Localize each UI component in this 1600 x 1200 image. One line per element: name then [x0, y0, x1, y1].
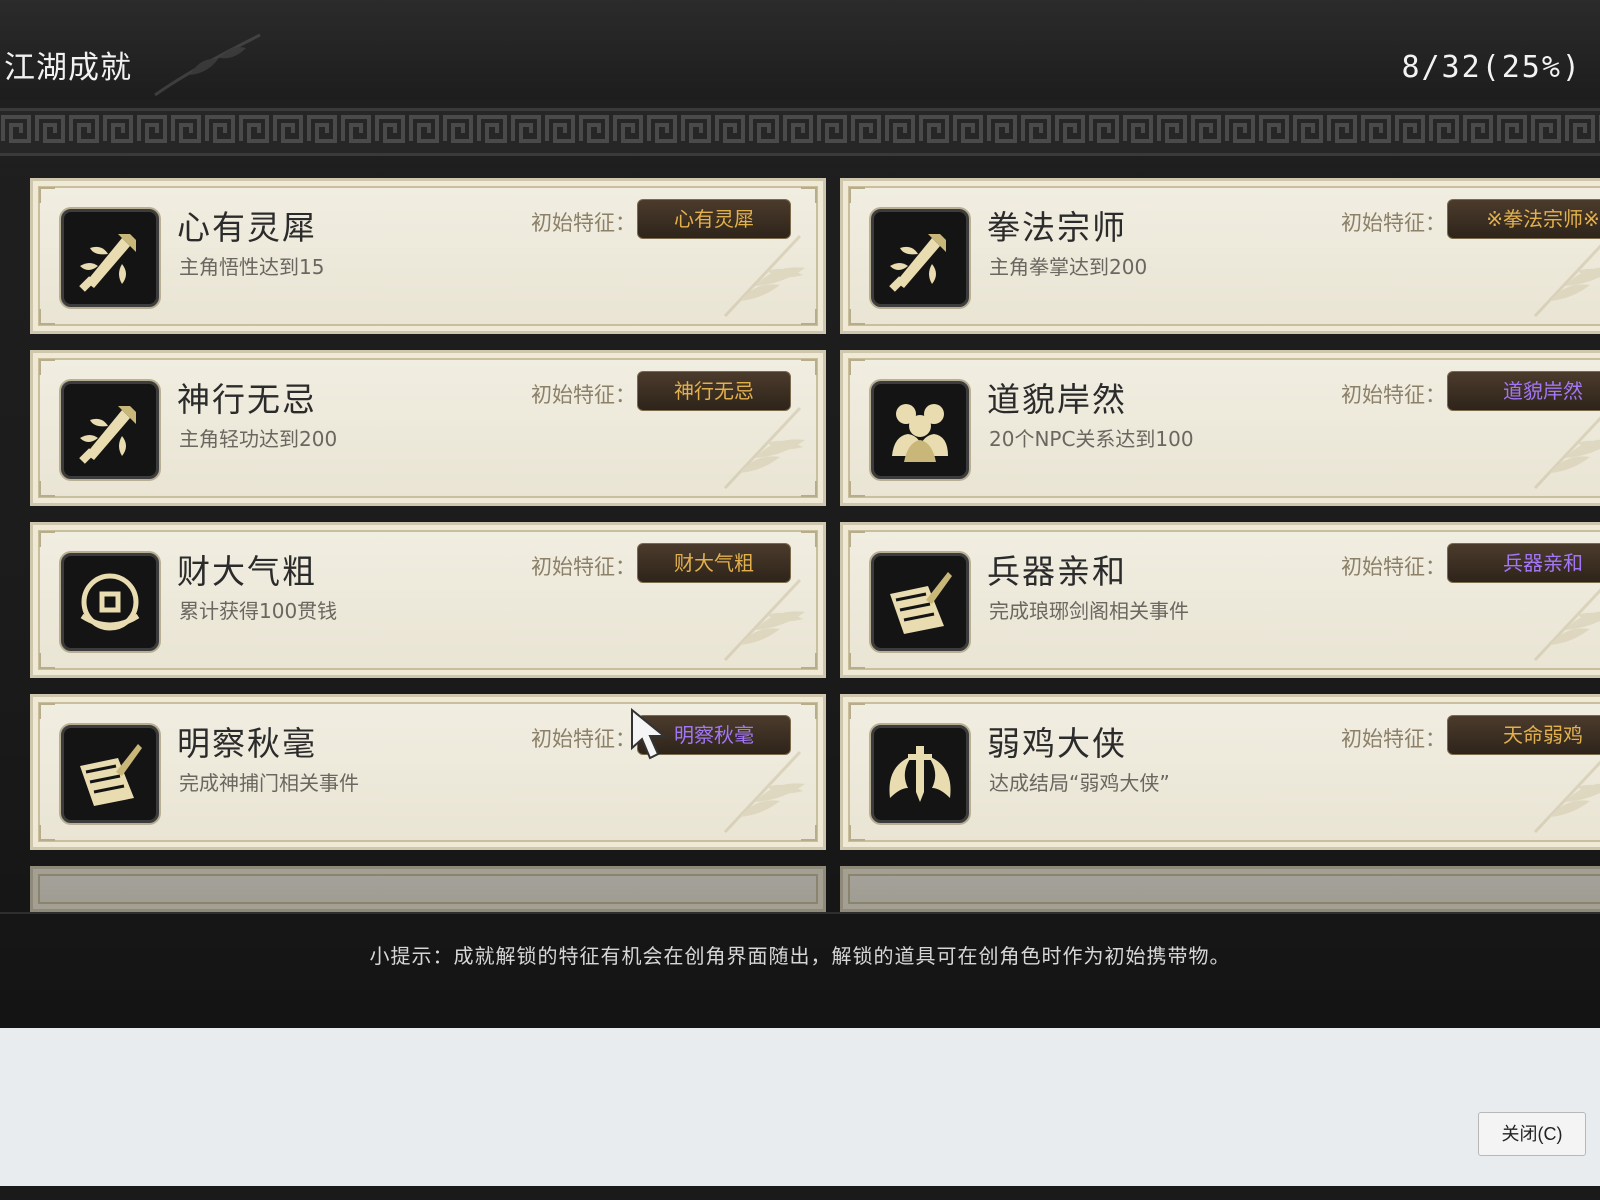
trait-badge[interactable]: 天命弱鸡	[1447, 715, 1600, 755]
taskbar	[0, 1186, 1600, 1200]
achievement-name: 弱鸡大侠	[987, 724, 1127, 763]
mouse-cursor-icon	[631, 708, 667, 760]
bamboo-decoration	[723, 234, 805, 318]
achievement-icon-frame	[61, 725, 159, 823]
trait-label: 初始特征：	[1341, 555, 1446, 579]
achievement-name: 拳法宗师	[987, 208, 1127, 247]
achievement-description: 完成琅琊剑阁相关事件	[989, 599, 1189, 623]
achievement-icon-frame	[61, 381, 159, 479]
trait-badge[interactable]: 道貌岸然	[1447, 371, 1600, 411]
achievement-description: 20个NPC关系达到100	[989, 427, 1194, 451]
meander-border	[0, 108, 1600, 156]
achievement-description: 主角拳掌达到200	[989, 255, 1148, 279]
trait-label: 初始特征：	[1341, 211, 1446, 235]
achievement-progress: 8/32(25%)	[1401, 50, 1582, 85]
title-bar: 江湖成就 8/32(25%)	[0, 0, 1600, 100]
achievement-card[interactable]: 明察秋毫 完成神捕门相关事件 初始特征： 明察秋毫	[30, 694, 826, 850]
achievement-card[interactable]: 兵器亲和 完成琅琊剑阁相关事件 初始特征： 兵器亲和	[840, 522, 1600, 678]
achievement-description: 主角轻功达到200	[179, 427, 338, 451]
bamboo-decoration	[723, 406, 805, 490]
bamboo-decoration	[1533, 244, 1600, 318]
trait-badge[interactable]: 神行无忌	[637, 371, 791, 411]
trait-label: 初始特征：	[1341, 727, 1446, 751]
scroll-sword-icon	[890, 572, 952, 634]
achievement-card-partial[interactable]	[840, 866, 1600, 912]
achievement-card[interactable]: 弱鸡大侠达成结局“弱鸡大侠” 初始特征： 天命弱鸡	[840, 694, 1600, 850]
achievement-card[interactable]: 道貌岸然 20个NPC关系达到100 初始特征： 道貌岸然	[840, 350, 1600, 506]
achievement-icon-frame	[871, 381, 969, 479]
achievement-card[interactable]: 拳法宗师主角拳掌达到200 初始特征： ※拳法宗师※	[840, 178, 1600, 334]
achievement-description: 完成神捕门相关事件	[179, 771, 359, 795]
achievement-card[interactable]: 财大气粗 累计获得100贯钱 初始特征： 财大气粗	[30, 522, 826, 678]
achievement-icon-frame	[871, 553, 969, 651]
achievement-name: 神行无忌	[177, 380, 317, 419]
window-title: 江湖成就	[4, 50, 132, 86]
achievement-description: 达成结局“弱鸡大侠”	[989, 771, 1170, 795]
ink-branch-decoration	[154, 33, 261, 97]
achievement-icon-frame	[871, 725, 969, 823]
trait-label: 初始特征：	[531, 555, 636, 579]
trait-label: 初始特征：	[531, 211, 636, 235]
trait-label: 初始特征：	[531, 383, 636, 407]
achievement-name: 心有灵犀	[177, 208, 317, 247]
sword-flame-icon	[889, 234, 946, 292]
achievement-description: 累计获得100贯钱	[179, 599, 338, 623]
trait-badge[interactable]: 心有灵犀	[637, 199, 791, 239]
achievement-icon-frame	[61, 209, 159, 307]
achievement-name: 兵器亲和	[987, 552, 1127, 591]
achievement-panel: 江湖成就 8/32(25%) 心有灵犀 主角悟性达到15 初始特征： 心有灵犀 拳法宗师…	[0, 0, 1600, 1028]
tip-divider	[0, 912, 1600, 914]
bamboo-decoration	[723, 750, 805, 834]
achievement-card-partial[interactable]	[30, 866, 826, 912]
bamboo-decoration	[1533, 760, 1600, 834]
trait-badge[interactable]: 兵器亲和	[1447, 543, 1600, 583]
achievement-description: 主角悟性达到15	[179, 255, 325, 279]
coins-icon	[80, 573, 140, 631]
achievement-name: 财大气粗	[177, 552, 317, 591]
sword-flame-icon	[79, 406, 136, 464]
crowd-icon	[892, 404, 948, 462]
trait-badge[interactable]: 财大气粗	[637, 543, 791, 583]
achievement-grid: 心有灵犀 主角悟性达到15 初始特征： 心有灵犀 拳法宗师 主角拳掌达到200 初始特征： ※…	[30, 178, 1600, 912]
achievement-name: 明察秋毫	[177, 724, 317, 763]
trait-label: 初始特征：	[531, 727, 636, 751]
scroll-sword-icon	[80, 744, 142, 806]
bamboo-decoration	[1533, 416, 1600, 490]
achievement-name: 道貌岸然	[987, 380, 1127, 419]
achievement-card[interactable]: 神行无忌 主角轻功达到200 初始特征： 神行无忌	[30, 350, 826, 506]
trait-label: 初始特征：	[1341, 383, 1446, 407]
achievement-icon-frame	[871, 209, 969, 307]
bamboo-decoration	[1533, 588, 1600, 662]
tip-text: 小提示：成就解锁的特征有机会在创角界面随出，解锁的道具可在创角色时作为初始携带物…	[369, 944, 1231, 968]
trait-badge[interactable]: ※拳法宗师※	[1447, 199, 1600, 239]
achievement-card[interactable]: 心有灵犀 主角悟性达到15 初始特征： 心有灵犀	[30, 178, 826, 334]
close-button[interactable]: 关闭(C)	[1478, 1112, 1586, 1156]
sword-flame-icon	[79, 234, 136, 292]
sword-wings-icon	[889, 746, 951, 802]
bamboo-decoration	[723, 578, 805, 662]
achievement-icon-frame	[61, 553, 159, 651]
